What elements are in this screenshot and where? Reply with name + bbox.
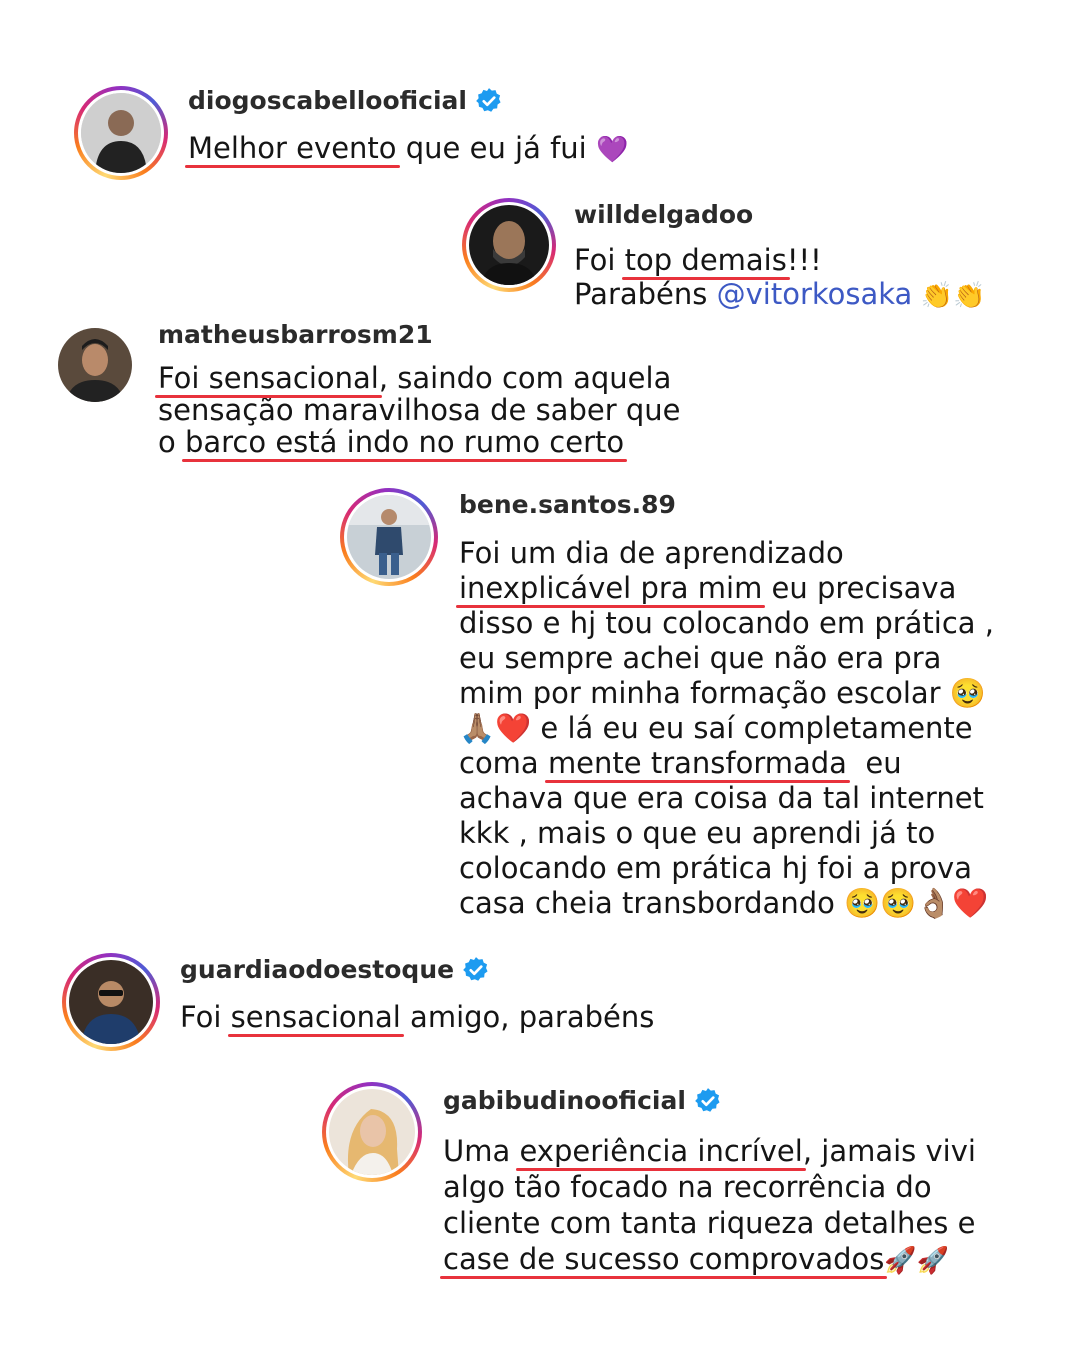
comment-text: Foi um dia de aprendizado inexplicável p… bbox=[459, 536, 995, 920]
avatar[interactable] bbox=[74, 86, 168, 180]
username[interactable]: matheusbarrosm21 bbox=[158, 320, 433, 349]
verified-badge-icon bbox=[463, 956, 488, 981]
comment-text: Uma experiência incrível, jamais vivi al… bbox=[443, 1134, 976, 1276]
username[interactable]: gabibudinooficial bbox=[443, 1086, 722, 1115]
avatar[interactable] bbox=[58, 328, 132, 402]
avatar[interactable] bbox=[340, 488, 438, 586]
comment-text: Foi top demais!!! Parabéns @vitorkosaka … bbox=[574, 243, 986, 311]
username[interactable]: diogoscabellooficial bbox=[188, 86, 503, 115]
username[interactable]: bene.santos.89 bbox=[459, 490, 676, 519]
avatar[interactable] bbox=[462, 198, 556, 292]
comment-text: Melhor evento que eu já fui 💜 bbox=[188, 131, 629, 165]
verified-badge-icon bbox=[695, 1087, 720, 1112]
comment-text: Foi sensacional, saindo com aquela sensa… bbox=[158, 361, 681, 459]
avatar[interactable] bbox=[322, 1082, 422, 1182]
mention-link[interactable]: @vitorkosaka bbox=[717, 277, 913, 311]
username[interactable]: willdelgadoo bbox=[574, 200, 753, 229]
verified-badge-icon bbox=[476, 87, 501, 112]
comment-text: Foi sensacional amigo, parabéns bbox=[180, 1000, 655, 1034]
username[interactable]: guardiaodoestoque bbox=[180, 955, 490, 984]
avatar[interactable] bbox=[62, 953, 160, 1051]
